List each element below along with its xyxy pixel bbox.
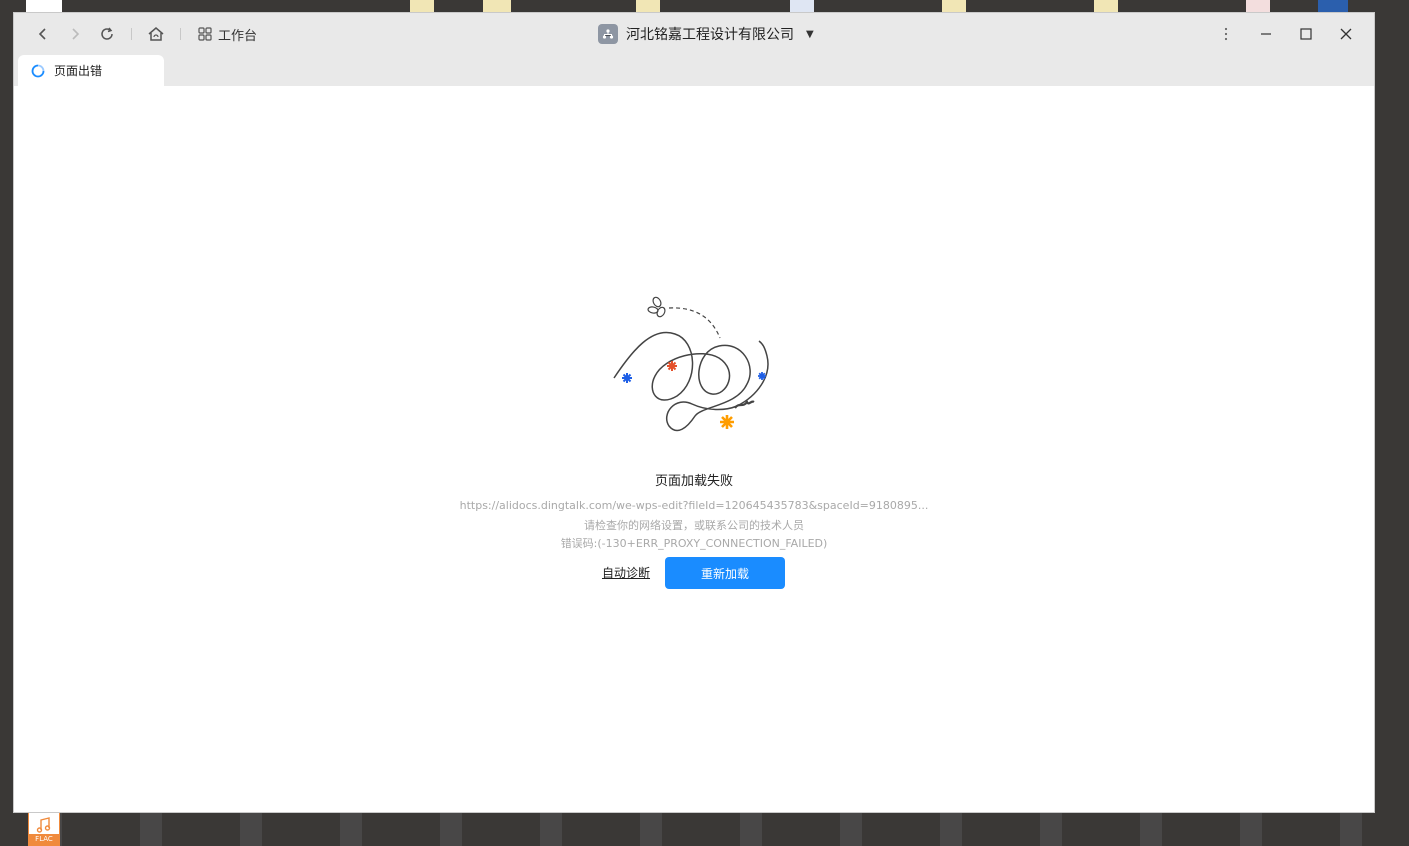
workbench-label: 工作台 [218, 28, 258, 44]
org-structure-icon [602, 29, 614, 39]
back-button[interactable] [32, 23, 54, 45]
blue-star-right-icon [758, 372, 766, 380]
music-note-icon [36, 817, 51, 833]
desktop-file-icon[interactable] [1246, 0, 1270, 13]
title-bar: 工作台 河北铭嘉工程设计有限公司 ▼ [14, 13, 1374, 55]
toolbar-divider [180, 28, 181, 40]
desktop-file-icon[interactable] [483, 0, 511, 13]
forward-button[interactable] [64, 23, 86, 45]
workbench-button[interactable]: 工作台 [198, 23, 257, 45]
grid-icon [198, 27, 212, 41]
org-logo [598, 24, 618, 44]
app-window: 工作台 河北铭嘉工程设计有限公司 ▼ 页面出错 页面加载失败 https://a… [14, 13, 1374, 812]
loading-spinner-icon [31, 64, 45, 77]
desktop-flac-icon[interactable]: FLAC [28, 812, 60, 846]
refresh-button[interactable] [96, 23, 118, 45]
desktop-file-icon[interactable] [942, 0, 966, 13]
minimize-icon [1261, 33, 1271, 35]
org-switcher[interactable]: 河北铭嘉工程设计有限公司 ▼ [598, 23, 814, 45]
red-star-icon [667, 361, 677, 371]
maximize-icon [1300, 28, 1312, 40]
tab-strip: 页面出错 [14, 55, 1374, 86]
minimize-button[interactable] [1255, 23, 1277, 45]
error-page: 页面加载失败 https://alidocs.dingtalk.com/we-w… [14, 86, 1374, 812]
desktop-file-icon[interactable] [636, 0, 660, 13]
error-title: 页面加载失败 [654, 474, 733, 489]
error-url: https://alidocs.dingtalk.com/we-wps-edit… [459, 499, 929, 512]
tangled-line-illustration [613, 296, 769, 432]
desktop-pdf-icon[interactable] [26, 0, 62, 13]
propeller-icon [647, 296, 666, 318]
org-name: 河北铭嘉工程设计有限公司 [626, 27, 794, 43]
caret-down-icon: ▼ [806, 28, 814, 40]
tab-title: 页面出错 [54, 64, 103, 78]
desktop-file-icon[interactable] [410, 0, 434, 13]
more-menu-button[interactable] [1215, 23, 1237, 45]
toolbar-divider [131, 28, 132, 40]
error-hint: 请检查你的网络设置，或联系公司的技术人员 [584, 519, 804, 532]
refresh-icon [101, 27, 113, 40]
blue-star-left-icon [622, 373, 632, 383]
tab-page-error[interactable]: 页面出错 [18, 55, 164, 86]
desktop-file-icon[interactable] [1094, 0, 1118, 13]
home-refresh-icon [148, 27, 164, 41]
error-code: 错误码:(-130+ERR_PROXY_CONNECTION_FAILED) [560, 537, 828, 550]
close-window-button[interactable] [1335, 23, 1357, 45]
desktop-word-icon[interactable] [1318, 0, 1348, 13]
close-icon [1340, 28, 1352, 40]
auto-diagnose-link[interactable]: 自动诊断 [602, 564, 650, 581]
flac-label: FLAC [29, 834, 59, 845]
orange-star-icon [720, 415, 734, 429]
maximize-button[interactable] [1295, 23, 1317, 45]
chevron-right-icon [72, 28, 80, 40]
reload-button[interactable]: 重新加载 [665, 557, 785, 589]
desktop-file-icon[interactable] [790, 0, 814, 13]
home-button[interactable] [145, 23, 167, 45]
chevron-left-icon [38, 28, 46, 40]
more-vertical-icon [1224, 27, 1228, 41]
